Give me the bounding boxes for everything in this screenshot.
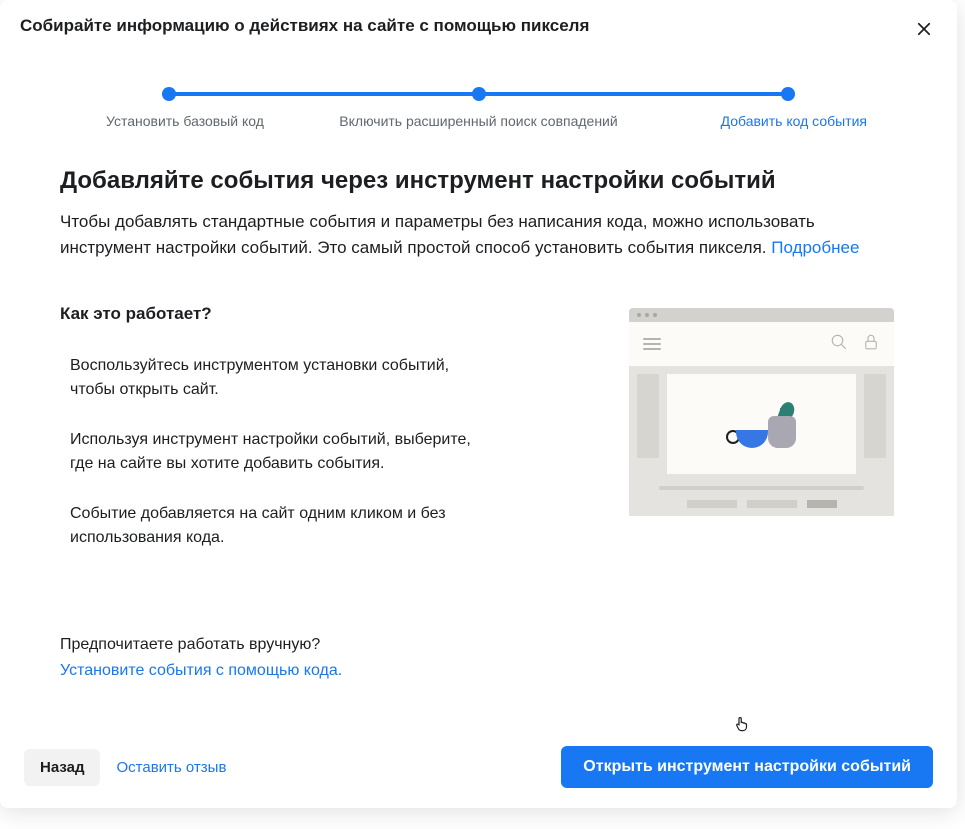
how-step-3: Событие добавляется на сайт одним кликом… xyxy=(60,502,480,550)
description-text: Чтобы добавлять стандартные события и па… xyxy=(60,212,815,257)
content-heading: Добавляйте события через инструмент наст… xyxy=(60,167,897,195)
cup-vase-illustration xyxy=(722,394,802,454)
manual-section: Предпочитаете работать вручную? Установи… xyxy=(60,632,897,683)
modal-footer: Назад Оставить отзыв Открыть инструмент … xyxy=(0,730,957,808)
modal-title: Собирайте информацию о действиях на сайт… xyxy=(20,16,589,36)
close-icon xyxy=(915,20,933,38)
browser-illustration xyxy=(629,308,894,516)
back-button[interactable]: Назад xyxy=(24,749,100,786)
stepper-label-3: Добавить код события xyxy=(667,113,867,129)
open-event-tool-button[interactable]: Открыть инструмент настройки событий xyxy=(561,746,933,788)
how-step-2: Используя инструмент настройки событий, … xyxy=(60,428,480,476)
progress-stepper: Установить базовый код Включить расширен… xyxy=(0,59,957,129)
content-description: Чтобы добавлять стандартные события и па… xyxy=(60,209,897,260)
close-button[interactable] xyxy=(911,16,937,45)
how-it-works-section: Как это работает? Воспользуйтесь инструм… xyxy=(60,304,897,576)
stepper-dot-2 xyxy=(472,87,486,101)
how-right-column xyxy=(629,304,897,576)
lock-icon xyxy=(862,333,880,356)
how-left-column: Как это работает? Воспользуйтесь инструм… xyxy=(60,304,589,576)
browser-toolbar xyxy=(629,322,894,366)
how-heading: Как это работает? xyxy=(60,304,589,324)
stepper-dot-3 xyxy=(781,87,795,101)
modal-header: Собирайте информацию о действиях на сайт… xyxy=(0,0,957,59)
manual-question: Предпочитаете работать вручную? xyxy=(60,632,897,658)
browser-side-left xyxy=(637,374,659,458)
feedback-link[interactable]: Оставить отзыв xyxy=(116,759,226,776)
stepper-label-2: Включить расширенный поиск совпадений xyxy=(290,113,667,129)
how-step-1: Воспользуйтесь инструментом установки со… xyxy=(60,354,480,402)
browser-bottom xyxy=(629,474,894,508)
manual-code-link[interactable]: Установите события с помощью кода. xyxy=(60,658,897,684)
search-icon xyxy=(830,333,848,356)
stepper-label-1: Установить базовый код xyxy=(90,113,290,129)
hamburger-icon xyxy=(643,338,661,350)
browser-titlebar xyxy=(629,308,894,322)
modal-container: Собирайте информацию о действиях на сайт… xyxy=(0,0,957,808)
learn-more-link[interactable]: Подробнее xyxy=(771,238,859,257)
browser-side-right xyxy=(864,374,886,458)
modal-content: Добавляйте события через инструмент наст… xyxy=(0,129,957,730)
stepper-dot-1 xyxy=(162,87,176,101)
browser-main-area xyxy=(667,374,856,474)
